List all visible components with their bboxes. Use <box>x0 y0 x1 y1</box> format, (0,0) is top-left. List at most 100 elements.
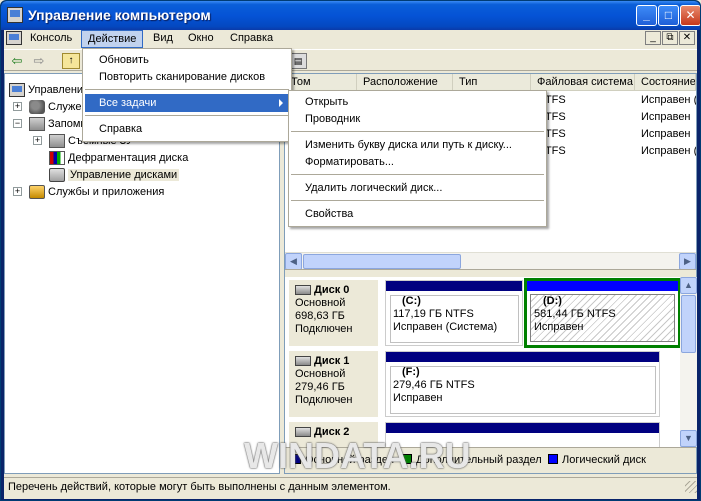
legend-swatch <box>548 454 558 464</box>
mdi-restore-button[interactable]: ⧉ <box>662 31 678 45</box>
partition-name: (C:) <box>402 295 421 307</box>
menu-item-refresh[interactable]: Обновить <box>85 51 289 69</box>
column-filesystem[interactable]: Файловая система <box>531 74 635 91</box>
tree-item-label: Службы и приложения <box>48 186 165 198</box>
action-menu: Обновить Повторить сканирование дисков В… <box>82 48 292 142</box>
resize-grip-icon[interactable] <box>685 481 697 493</box>
legend-label: Основной раздел <box>305 454 394 466</box>
scroll-down-icon[interactable]: ▼ <box>680 430 697 447</box>
cell-status: Исправен <box>641 128 691 140</box>
menu-item-rescan[interactable]: Повторить сканирование дисков <box>85 68 289 86</box>
submenu-item-properties[interactable]: Свойства <box>291 205 544 223</box>
horizontal-scrollbar[interactable]: ◀ ▶ <box>285 252 696 270</box>
scroll-right-icon[interactable]: ▶ <box>679 253 696 270</box>
removable-storage-icon <box>49 134 65 149</box>
status-text: Перечень действий, которые могут быть вы… <box>8 481 391 493</box>
scroll-left-icon[interactable]: ◀ <box>285 253 302 270</box>
back-arrow-icon[interactable]: ⇦ <box>8 53 26 69</box>
legend-swatch <box>291 454 301 464</box>
window-title: Управление компьютером <box>28 7 211 23</box>
app-window: Управление компьютером _ □ ✕ Консоль Дей… <box>0 0 701 501</box>
forward-arrow-icon[interactable]: ⇨ <box>30 53 48 69</box>
menu-item-label: Все задачи <box>99 97 157 109</box>
scroll-thumb[interactable] <box>303 254 461 269</box>
disk-size: 279,46 ГБ <box>295 381 345 393</box>
partition-status: Исправен <box>393 392 443 404</box>
partition-disk2[interactable] <box>385 422 660 447</box>
tools-icon <box>29 100 45 115</box>
mdi-close-button[interactable]: ✕ <box>679 31 695 45</box>
collapse-icon[interactable]: − <box>13 119 22 128</box>
expand-icon[interactable]: + <box>33 136 42 145</box>
tree-item-defrag[interactable]: Дефрагментация диска <box>49 150 188 166</box>
submenu-item-explore[interactable]: Проводник <box>291 110 544 128</box>
partition-f[interactable]: (F:) 279,46 ГБ NTFS Исправен <box>385 351 660 417</box>
partition-text: (C:) 117,19 ГБ NTFS Исправен (Система) <box>393 295 497 334</box>
primary-partition-bar <box>386 281 522 291</box>
menu-separator <box>291 174 544 175</box>
column-volume[interactable]: Том <box>285 74 357 91</box>
menu-help[interactable]: Справка <box>224 30 279 48</box>
column-type[interactable]: Тип <box>453 74 531 91</box>
partition-status: Исправен <box>534 321 584 333</box>
logical-drive-bar <box>527 281 678 291</box>
tree-item-disk-management[interactable]: Управление дисками <box>49 167 180 183</box>
menu-bar: Консоль Действие Вид Окно Справка _ ⧉ ✕ <box>4 30 697 48</box>
maximize-button[interactable]: □ <box>658 5 679 26</box>
up-folder-icon[interactable]: ↑ <box>62 53 80 69</box>
legend-primary: Основной раздел <box>291 454 394 466</box>
client-area: Консоль Действие Вид Окно Справка _ ⧉ ✕ ⇦ … <box>4 30 697 499</box>
column-layout[interactable]: Расположение <box>357 74 453 91</box>
menu-view[interactable]: Вид <box>147 30 179 48</box>
scroll-up-icon[interactable]: ▲ <box>680 277 697 294</box>
menu-separator <box>85 89 289 90</box>
disk-graphic-view[interactable]: Диск 0 Основной 698,63 ГБ Подключен (C:)… <box>285 277 680 447</box>
legend-logical: Логический диск <box>548 454 646 466</box>
menu-item-help[interactable]: Справка <box>85 120 289 138</box>
submenu-item-change-letter[interactable]: Изменить букву диска или путь к диску... <box>291 136 544 154</box>
tree-item-label: Дефрагментация диска <box>68 152 189 164</box>
partition-name: (F:) <box>402 366 420 378</box>
cell-status: Исправен <box>641 111 691 123</box>
close-button[interactable]: ✕ <box>680 5 700 26</box>
partition-name: (D:) <box>543 295 562 307</box>
console-icon[interactable] <box>6 31 22 45</box>
pane-divider[interactable] <box>285 269 696 277</box>
partition-c[interactable]: (C:) 117,19 ГБ NTFS Исправен (Система) <box>385 280 523 346</box>
expand-icon[interactable]: + <box>13 187 22 196</box>
status-bar: Перечень действий, которые могут быть вы… <box>4 477 697 496</box>
legend-label: Дополнительный раздел <box>416 454 542 466</box>
partition-d[interactable]: (D:) 581,44 ГБ NTFS Исправен <box>524 278 680 348</box>
submenu-item-format[interactable]: Форматировать... <box>291 153 544 171</box>
menu-action[interactable]: Действие <box>81 30 144 48</box>
legend-extended: Дополнительный раздел <box>402 454 542 466</box>
submenu-item-delete-logical[interactable]: Удалить логический диск... <box>291 179 544 197</box>
partition-size: 581,44 ГБ NTFS <box>534 308 616 320</box>
minimize-button[interactable]: _ <box>636 5 657 26</box>
mdi-buttons: _ ⧉ ✕ <box>644 31 695 45</box>
primary-partition-bar <box>386 352 659 362</box>
submenu-item-open[interactable]: Открыть <box>291 93 544 111</box>
all-tasks-submenu: Открыть Проводник Изменить букву диска и… <box>288 90 547 227</box>
scroll-thumb[interactable] <box>681 295 696 353</box>
vertical-scrollbar[interactable]: ▲ ▼ <box>680 277 697 447</box>
defrag-icon <box>49 151 65 166</box>
menu-console[interactable]: Консоль <box>24 30 78 48</box>
menu-item-all-tasks[interactable]: Все задачи <box>85 94 289 112</box>
disk-0-label[interactable]: Диск 0 Основной 698,63 ГБ Подключен <box>289 280 378 346</box>
partition-text: (D:) 581,44 ГБ NTFS Исправен <box>534 295 616 334</box>
tree-item-label: Управление дисками <box>68 169 180 181</box>
disk-status: Подключен <box>295 323 353 335</box>
expand-icon[interactable]: + <box>13 102 22 111</box>
volume-list-header: Том Расположение Тип Файловая система Со… <box>285 74 696 91</box>
computer-icon <box>9 83 25 98</box>
disk-1-label[interactable]: Диск 1 Основной 279,46 ГБ Подключен <box>289 351 378 417</box>
title-bar[interactable]: Управление компьютером _ □ ✕ <box>1 1 700 30</box>
disk-2-label[interactable]: Диск 2 <box>289 422 378 447</box>
mdi-minimize-button[interactable]: _ <box>645 31 661 45</box>
menu-separator <box>291 200 544 201</box>
disk-size: 698,63 ГБ <box>295 310 345 322</box>
disk-status: Подключен <box>295 394 353 406</box>
column-status[interactable]: Состояние <box>635 74 696 91</box>
menu-window[interactable]: Окно <box>182 30 220 48</box>
